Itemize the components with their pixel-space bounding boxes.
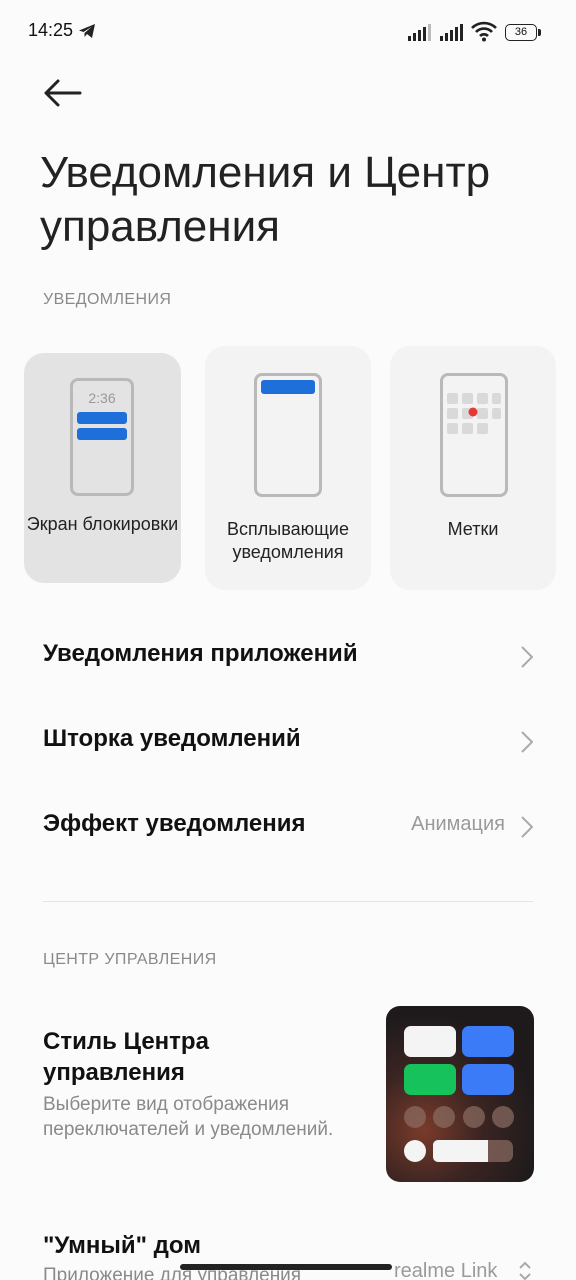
preview-toggle [433, 1106, 455, 1128]
section-header-control-center: ЦЕНТР УПРАВЛЕНИЯ [43, 951, 217, 968]
preview-tile [404, 1064, 456, 1095]
card-label: Экран блокировки [26, 514, 179, 534]
chevron-right-icon [521, 731, 533, 753]
card-badges[interactable]: Метки [390, 346, 556, 590]
status-time: 14:25 [28, 20, 74, 40]
preview-tile [404, 1026, 456, 1057]
preview-slider [433, 1140, 513, 1162]
chevron-right-icon [521, 816, 533, 838]
card-label: Метки [447, 519, 499, 539]
dropdown-updown-icon[interactable] [518, 1261, 532, 1280]
control-center-preview [386, 1006, 534, 1182]
signal-icon-sim1 [408, 24, 431, 41]
preview-toggle [404, 1106, 426, 1128]
card-lock-screen[interactable]: 2:36 Экран блокировки [24, 353, 181, 583]
row-title: Шторка уведомлений [43, 725, 301, 752]
preview-toggle [404, 1140, 426, 1162]
row-title: Эффект уведомления [43, 810, 306, 837]
row-title: Стиль Центра управления [43, 1028, 209, 1086]
row-app-notifications[interactable]: Уведомления приложений [43, 627, 535, 687]
card-label: Всплывающие уведомления [227, 519, 349, 562]
page-title: Уведомления и Центр управления [40, 148, 491, 251]
phone-preview: 2:36 [70, 378, 134, 496]
section-header-notifications: УВЕДОМЛЕНИЯ [43, 291, 172, 308]
back-arrow-icon[interactable] [40, 76, 84, 110]
preview-tile [462, 1064, 514, 1095]
notification-bar [77, 428, 127, 440]
row-title: Уведомления приложений [43, 640, 358, 667]
smart-home-value[interactable]: realme Link [394, 1260, 497, 1280]
preview-time: 2:36 [88, 390, 116, 406]
row-description: Выберите вид отображения переключателей … [43, 1094, 334, 1140]
preview-tile [462, 1026, 514, 1057]
phone-preview [440, 373, 508, 497]
signal-icon-sim2 [440, 24, 463, 41]
row-notification-shade[interactable]: Шторка уведомлений [43, 712, 535, 772]
home-indicator[interactable] [180, 1264, 392, 1270]
divider [43, 901, 533, 902]
notification-bar [77, 412, 127, 424]
status-bar: 14:25 36 [0, 0, 576, 64]
wifi-icon [471, 21, 497, 42]
smart-home-title[interactable]: "Умный" дом [43, 1232, 201, 1260]
preview-toggle [463, 1106, 485, 1128]
row-notification-effect[interactable]: Эффект уведомления Анимация [43, 797, 535, 857]
row-control-center-style[interactable]: Стиль Центра управления Выберите вид ото… [43, 1006, 535, 1190]
app-grid-icon [447, 393, 501, 434]
battery-level: 36 [505, 24, 537, 41]
battery-icon: 36 [505, 24, 541, 41]
chevron-right-icon [521, 646, 533, 668]
notification-bar [261, 380, 315, 394]
telegram-icon [79, 24, 95, 38]
preview-toggle [492, 1106, 514, 1128]
card-floating-notifications[interactable]: Всплывающие уведомления [205, 346, 371, 590]
phone-preview [254, 373, 322, 497]
row-value: Анимация [411, 813, 505, 835]
